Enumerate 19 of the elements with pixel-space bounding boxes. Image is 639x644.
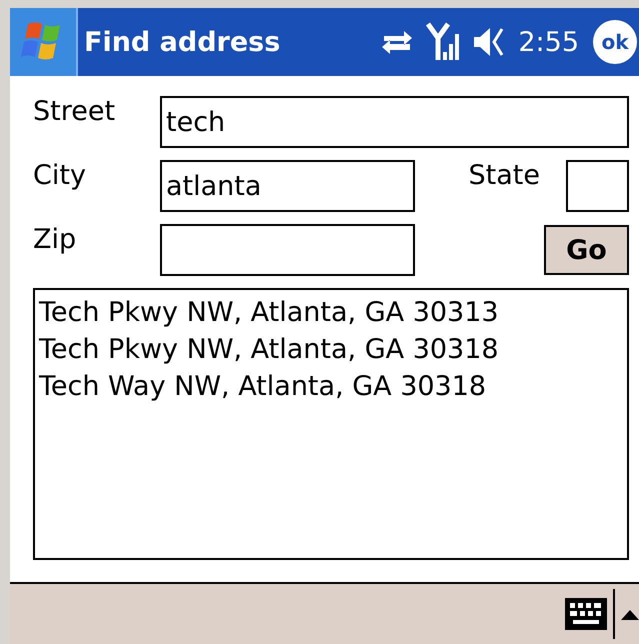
- field-label: State: [468, 160, 540, 191]
- city-field[interactable]: atlanta: [160, 160, 415, 212]
- keyboard-icon[interactable]: [565, 598, 607, 630]
- field-label: Zip: [33, 224, 78, 255]
- result-item[interactable]: Tech Pkwy NW, Atlanta, GA 30313: [39, 294, 623, 331]
- zip-field[interactable]: [160, 224, 415, 276]
- signal-strength-icon: [426, 22, 460, 62]
- state-field[interactable]: [566, 160, 629, 212]
- window-title: Find address: [84, 26, 280, 58]
- street-field[interactable]: tech: [160, 96, 629, 148]
- field-label: City: [33, 160, 87, 191]
- up-arrow-icon[interactable]: [621, 608, 639, 620]
- go-button[interactable]: Go: [544, 225, 629, 275]
- ok-button[interactable]: ok: [593, 20, 637, 64]
- start-button[interactable]: [10, 8, 78, 76]
- result-item[interactable]: Tech Way NW, Atlanta, GA 30318: [39, 368, 623, 405]
- field-label: Street: [33, 96, 116, 127]
- clock: 2:55: [518, 26, 579, 58]
- result-item[interactable]: Tech Pkwy NW, Atlanta, GA 30318: [39, 331, 623, 368]
